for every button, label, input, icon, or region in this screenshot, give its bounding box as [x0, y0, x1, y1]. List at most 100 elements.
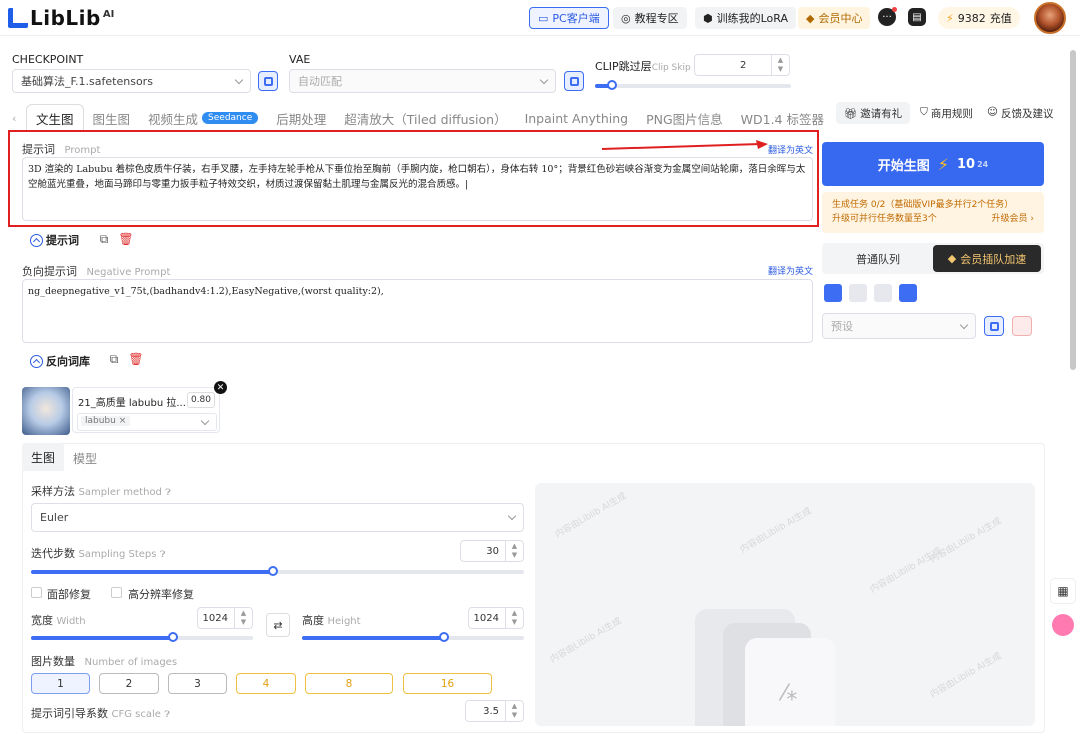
prompt-toggle-label: 提示词	[46, 234, 79, 247]
lora-thumbnail[interactable]	[22, 387, 70, 435]
copy-icon[interactable]: ⧉	[106, 351, 122, 367]
count-option[interactable]: 16	[403, 673, 492, 694]
translate-negative-link[interactable]: 翻译为英文	[768, 264, 813, 277]
width-slider[interactable]	[31, 632, 253, 642]
tab-label: 超清放大（Tiled diffusion）	[344, 111, 507, 127]
height-value: 1024	[473, 612, 499, 624]
tab-video[interactable]: 视频生成 Seedance	[139, 104, 267, 132]
height-knob[interactable]	[439, 632, 449, 642]
tab-wd-tagger[interactable]: WD1.4 标签器	[732, 104, 833, 132]
tab-label: Inpaint Anything	[524, 110, 629, 126]
steps-input[interactable]: 30 ▲ ▼	[460, 540, 524, 562]
feedback-link[interactable]: ☺ 反馈及建议	[987, 106, 1053, 121]
refresh-checkpoint-icon[interactable]	[258, 71, 278, 91]
count-option[interactable]: 1	[31, 673, 90, 694]
trash-icon[interactable]	[849, 284, 867, 302]
trash-icon[interactable]: 🗑︎	[128, 351, 144, 367]
red-arrow-icon	[601, 140, 768, 150]
copy-icon[interactable]: ⧉	[96, 231, 112, 247]
cfg-label-en: CFG scale	[111, 709, 161, 720]
width-input[interactable]: 1024 ▲ ▼	[197, 607, 253, 629]
help-icon[interactable]: ❓︎	[160, 550, 165, 560]
tutorial-button[interactable]: ◎ 教程专区	[613, 7, 687, 29]
negative-textarea[interactable]: ng_deepnegative_v1_75t,(badhandv4:1.2),E…	[22, 279, 813, 343]
assistant-icon[interactable]	[1052, 614, 1074, 636]
cfg-input[interactable]: 3.5 ▲ ▼	[465, 700, 524, 722]
negative-toggle[interactable]: 反向词库	[30, 353, 90, 369]
height-slider[interactable]	[302, 632, 524, 642]
close-icon[interactable]: ✕	[214, 381, 227, 394]
sampler-value: Euler	[40, 511, 69, 524]
tab-img2img[interactable]: 图生图	[84, 104, 140, 132]
refresh-vae-icon[interactable]	[564, 71, 584, 91]
checkpoint-select[interactable]: 基础算法_F.1.safetensors	[12, 69, 251, 93]
width-knob[interactable]	[168, 632, 178, 642]
count-option[interactable]: 3	[168, 673, 227, 694]
lora-weight-input[interactable]: 0.80	[187, 392, 215, 408]
refresh-preset-icon[interactable]	[984, 316, 1004, 336]
sampler-select[interactable]: Euler	[31, 503, 524, 532]
cfg-stepper[interactable]: ▲ ▼	[505, 701, 523, 721]
commercial-rules-link[interactable]: ⛉ 商用规则	[920, 106, 973, 121]
height-header: 高度 Height	[302, 612, 361, 628]
generate-label: 开始生图	[877, 158, 930, 174]
steps-slider[interactable]	[31, 566, 524, 576]
clipboard-icon[interactable]	[874, 284, 892, 302]
face-fix-checkbox[interactable]	[31, 587, 42, 598]
remove-tag-icon[interactable]: ×	[119, 416, 127, 426]
tabs-prev-icon[interactable]: ‹	[12, 112, 16, 125]
avatar[interactable]	[1034, 2, 1066, 34]
width-stepper[interactable]: ▲ ▼	[234, 608, 252, 628]
clip-skip-stepper[interactable]: ▲ ▼	[771, 55, 789, 75]
qr-code-icon[interactable]: ▦	[1050, 578, 1076, 604]
count-option[interactable]: 2	[99, 673, 159, 694]
vip-queue-button[interactable]: ◆ 会员插队加速	[933, 245, 1041, 272]
liblib-logo[interactable]: LibLib AI	[8, 5, 114, 31]
vae-select[interactable]: 自动匹配	[289, 69, 556, 93]
count-option[interactable]: 4	[236, 673, 296, 694]
folder-icon[interactable]: ▤	[908, 8, 926, 26]
height-input[interactable]: 1024 ▲ ▼	[468, 607, 524, 629]
watermark: 内容由Liblib AI生成	[553, 491, 629, 541]
resize-icon[interactable]	[824, 284, 842, 302]
clip-skip-input[interactable]: 2 ▲ ▼	[694, 54, 790, 76]
steps-stepper[interactable]: ▲ ▼	[505, 541, 523, 561]
normal-queue-button[interactable]: 普通队列	[824, 245, 932, 272]
count-option[interactable]: 8	[305, 673, 393, 694]
pc-client-button[interactable]: ▭ PC客户端	[529, 7, 609, 29]
train-lora-button[interactable]: ⬢ 训练我的LoRA	[695, 7, 796, 29]
vip-center-button[interactable]: ◆ 会员中心	[798, 7, 871, 29]
height-stepper[interactable]: ▲ ▼	[505, 608, 523, 628]
help-icon[interactable]: ❓︎	[165, 488, 170, 498]
charge-button[interactable]: ⚡ 9382 充值	[938, 7, 1020, 29]
scrollbar[interactable]	[1070, 50, 1076, 370]
lightning-icon: ⚡	[946, 11, 954, 25]
help-icon[interactable]: ❓︎	[164, 710, 169, 720]
clip-skip-knob[interactable]	[607, 80, 617, 90]
swap-icon[interactable]: ⇄	[266, 613, 290, 637]
clip-skip-slider[interactable]	[595, 80, 791, 90]
prompt-toggle[interactable]: 提示词	[30, 232, 79, 248]
cfg-value: 3.5	[483, 705, 499, 717]
tab-txt2img[interactable]: 文生图	[26, 104, 84, 132]
trash-icon[interactable]: 🗑︎	[118, 231, 134, 247]
generate-button[interactable]: 开始生图 ⚡ 10 24	[822, 142, 1044, 186]
save-preset-icon[interactable]	[1012, 316, 1032, 336]
hires-fix-checkbox[interactable]	[111, 587, 122, 598]
tab-png-info[interactable]: PNG图片信息	[637, 104, 732, 132]
tab-inpaint-anything[interactable]: Inpaint Anything	[516, 104, 638, 132]
steps-knob[interactable]	[268, 566, 278, 576]
width-label-en: Width	[56, 616, 86, 627]
tab-generate[interactable]: 生图	[22, 443, 64, 471]
tabs-next-icon[interactable]: ›	[774, 112, 778, 125]
cfg-header: 提示词引导系数 CFG scale ❓︎	[31, 705, 170, 721]
upgrade-link[interactable]: 升级会员 ›	[992, 212, 1034, 226]
lora-trigger-select[interactable]: labubu ×	[77, 413, 217, 431]
preset-select[interactable]: 预设	[822, 313, 976, 339]
tab-model[interactable]: 模型	[73, 450, 97, 467]
tab-postprocess[interactable]: 后期处理	[267, 104, 335, 132]
invite-button[interactable]: 🎁︎ 邀请有礼	[836, 102, 910, 124]
checkpoint-value: 基础算法_F.1.safetensors	[21, 75, 153, 88]
return-icon[interactable]	[899, 284, 917, 302]
tab-tiled-diffusion[interactable]: 超清放大（Tiled diffusion）	[335, 104, 515, 132]
